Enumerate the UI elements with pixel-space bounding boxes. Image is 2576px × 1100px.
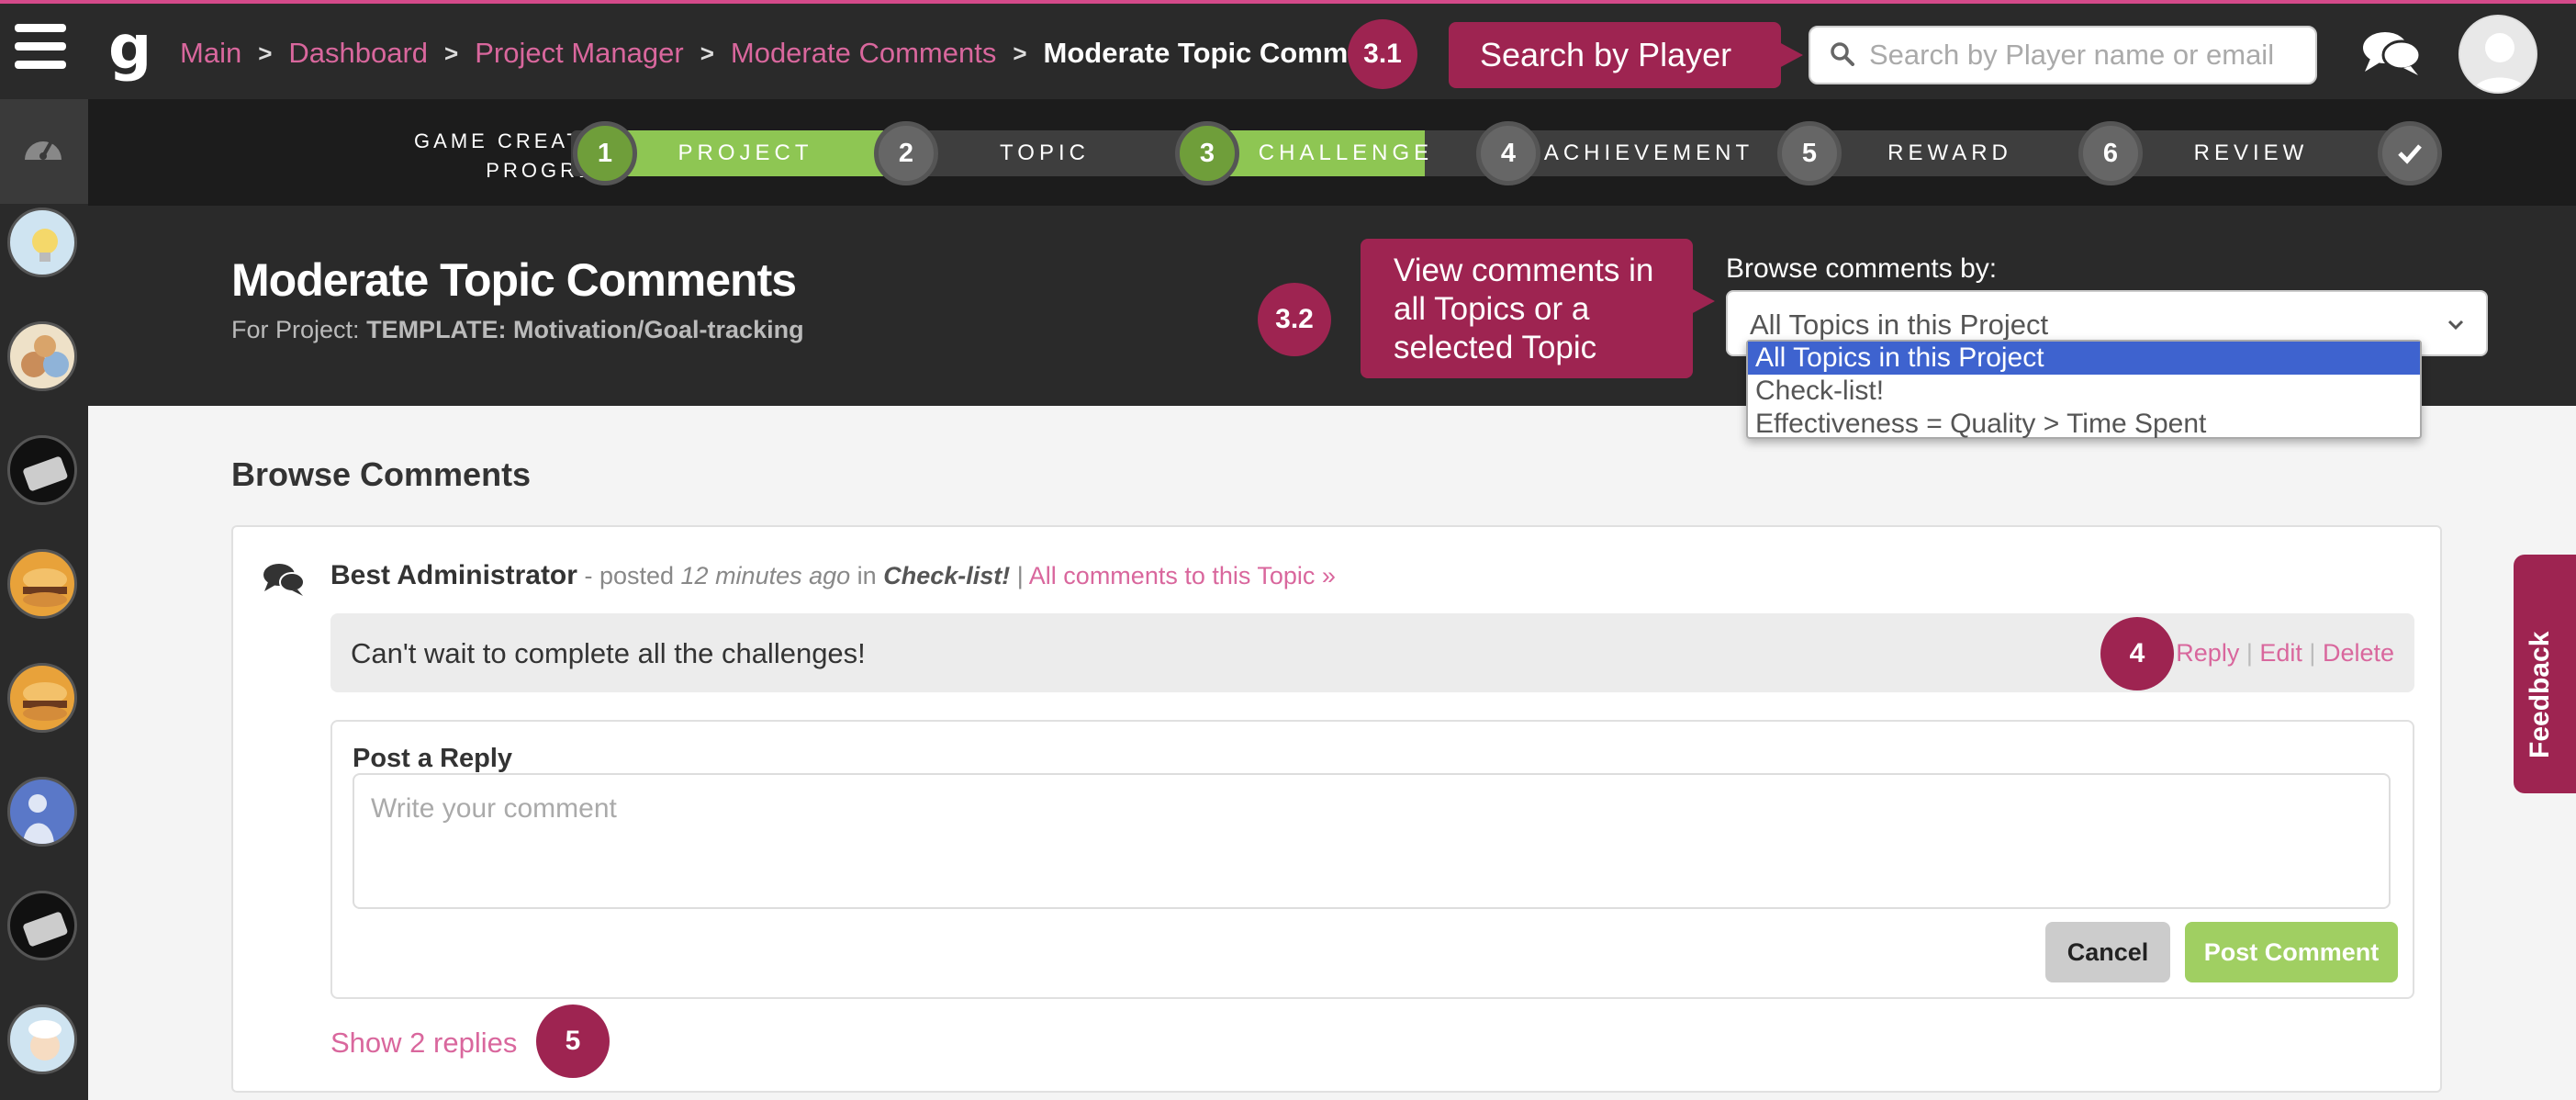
topic-dropdown-menu: All Topics in this Project Check-list! E…	[1746, 340, 2422, 439]
reply-textarea[interactable]	[353, 773, 2391, 909]
search-input[interactable]	[1869, 35, 2301, 75]
breadcrumb-main[interactable]: Main	[180, 37, 241, 70]
step-4-circle[interactable]: 4	[1476, 121, 1540, 185]
delete-link[interactable]: Delete	[2323, 639, 2394, 667]
project-avatar-lightbulb[interactable]	[7, 208, 77, 277]
breadcrumb-separator-icon: >	[1013, 39, 1027, 67]
annotation-badge-3-1: 3.1	[1348, 19, 1417, 89]
project-name: TEMPLATE: Motivation/Goal-tracking	[366, 316, 804, 343]
annotation-badge-5: 5	[536, 1005, 610, 1078]
step-segment-review[interactable]: REVIEW	[2113, 130, 2389, 176]
step-segment-challenge[interactable]: CHALLENGE	[1208, 130, 1428, 176]
step-3-circle[interactable]: 3	[1175, 121, 1239, 185]
breadcrumb: Main > Dashboard > Project Manager > Mod…	[180, 37, 1406, 70]
project-avatar-device[interactable]	[7, 435, 77, 505]
dashboard-gauge-icon	[25, 140, 62, 160]
game-creation-progress: GAME CREATION PROGRESS PROJECT TOPIC CHA…	[88, 99, 2576, 206]
step-segment-project[interactable]: PROJECT	[608, 130, 883, 176]
dashboard-nav[interactable]	[0, 99, 88, 204]
browse-by-label: Browse comments by:	[1726, 253, 1998, 284]
all-comments-topic-link[interactable]: All comments to this Topic »	[1029, 562, 1336, 589]
breadcrumb-separator-icon: >	[444, 39, 459, 67]
feedback-label: Feedback	[2525, 631, 2555, 758]
left-rail	[0, 99, 88, 1100]
step-segment-topic[interactable]: TOPIC	[907, 130, 1182, 176]
comment-time: 12 minutes ago	[680, 562, 851, 589]
breadcrumb-separator-icon: >	[700, 39, 714, 67]
step-6-circle[interactable]: 6	[2078, 121, 2143, 185]
step-segment-achievement[interactable]: ACHIEVEMENT	[1511, 130, 1786, 176]
project-avatar-burger-2[interactable]	[7, 663, 77, 733]
callout-arrow-icon	[1779, 42, 1803, 68]
top-bar: g Main > Dashboard > Project Manager > M…	[0, 0, 2576, 99]
step-review-complete[interactable]	[2378, 121, 2442, 185]
annotation-badge-3-2: 3.2	[1258, 283, 1331, 356]
menu-icon[interactable]	[15, 24, 66, 79]
edit-link[interactable]: Edit	[2259, 639, 2302, 667]
callout-arrow-icon	[1691, 288, 1715, 314]
project-avatar-figure[interactable]	[7, 777, 77, 847]
dropdown-option-check-list[interactable]: Check-list!	[1748, 375, 2420, 408]
user-avatar[interactable]	[2458, 15, 2537, 94]
comment-actions: Reply | Edit | Delete	[2176, 639, 2394, 667]
comment-author[interactable]: Best Administrator	[330, 560, 577, 590]
checkmark-icon	[2398, 144, 2422, 164]
dropdown-option-effectiveness[interactable]: Effectiveness = Quality > Time Spent	[1748, 408, 2420, 441]
project-avatar-characters[interactable]	[7, 321, 77, 391]
cancel-button[interactable]: Cancel	[2045, 922, 2170, 982]
feedback-tab[interactable]: Feedback	[2514, 555, 2576, 793]
project-avatar-device-2[interactable]	[7, 891, 77, 960]
reply-link[interactable]: Reply	[2176, 639, 2239, 667]
annotation-callout-browse: View comments in all Topics or a selecte…	[1361, 239, 1693, 378]
browse-comments-heading: Browse Comments	[231, 455, 532, 493]
step-1-circle[interactable]: 1	[573, 121, 637, 185]
app-logo[interactable]: g	[108, 17, 163, 84]
annotation-badge-4: 4	[2100, 617, 2174, 690]
breadcrumb-dashboard[interactable]: Dashboard	[288, 37, 428, 70]
comment-icon	[263, 564, 305, 596]
chevron-down-icon	[2447, 320, 2464, 331]
step-segment-reward[interactable]: REWARD	[1812, 130, 2088, 176]
chat-icon[interactable]	[2361, 28, 2422, 79]
page-title: Moderate Topic Comments	[231, 254, 797, 306]
post-reply-title: Post a Reply	[353, 744, 513, 773]
comment-topic: Check-list!	[883, 562, 1011, 589]
breadcrumb-moderate-comments[interactable]: Moderate Comments	[731, 37, 996, 70]
annotation-callout-search: Search by Player	[1449, 22, 1781, 88]
dropdown-option-all-topics[interactable]: All Topics in this Project	[1748, 342, 2420, 375]
project-avatar-burger[interactable]	[7, 549, 77, 619]
project-avatar-chef[interactable]	[7, 1005, 77, 1074]
project-subtitle: For Project: TEMPLATE: Motivation/Goal-t…	[231, 316, 804, 343]
breadcrumb-separator-icon: >	[258, 39, 273, 67]
comment-meta: Best Administrator - posted 12 minutes a…	[330, 560, 1336, 590]
step-5-circle[interactable]: 5	[1777, 121, 1842, 185]
search-icon	[1831, 42, 1854, 66]
post-comment-button[interactable]: Post Comment	[2185, 922, 2398, 982]
player-search[interactable]	[1809, 26, 2317, 84]
breadcrumb-project-manager[interactable]: Project Manager	[475, 37, 683, 70]
show-replies-link[interactable]: Show 2 replies	[330, 1027, 517, 1060]
select-value: All Topics in this Project	[1750, 309, 2049, 341]
post-reply-form: Post a Reply Cancel Post Comment	[330, 720, 2414, 999]
comment-text: Can't wait to complete all the challenge…	[351, 637, 866, 669]
step-2-circle[interactable]: 2	[874, 121, 938, 185]
